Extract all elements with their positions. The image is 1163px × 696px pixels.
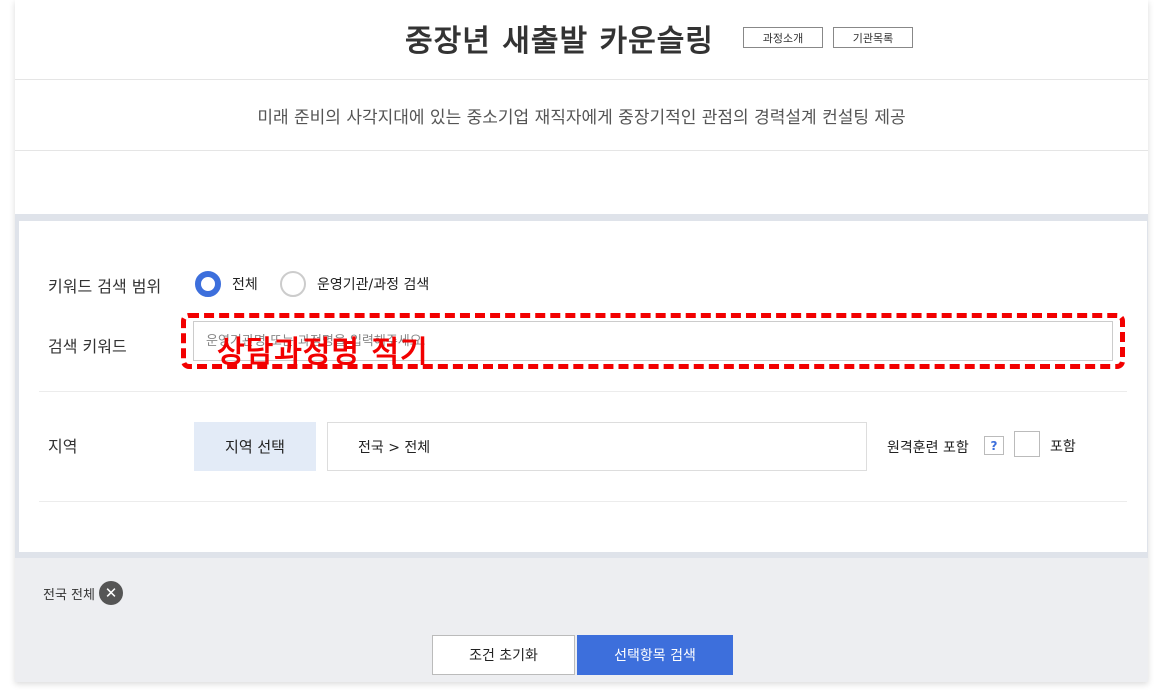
institution-list-button[interactable]: 기관목록 (833, 27, 913, 48)
search-panel: 키워드 검색 범위 전체 운영기관/과정 검색 검색 키워드 상담과정명 적기 … (19, 221, 1147, 552)
help-icon[interactable]: ? (984, 436, 1004, 455)
divider (39, 501, 1127, 502)
scope-radio-all-label: 전체 (232, 277, 258, 293)
close-circle-icon[interactable]: ✕ (98, 581, 123, 605)
selected-filters-area: 전국 전체 ✕ 조건 초기화 선택항목 검색 (15, 558, 1148, 682)
filter-tag: 전국 전체 ✕ (43, 581, 123, 605)
filter-tag-label: 전국 전체 (43, 587, 95, 603)
divider (39, 391, 1127, 392)
reset-conditions-button[interactable]: 조건 초기화 (432, 635, 575, 675)
scope-radio-institution-course[interactable]: 운영기관/과정 검색 (280, 271, 429, 297)
keyword-label: 검색 키워드 (48, 337, 127, 356)
radio-selected-icon[interactable] (195, 271, 221, 297)
scope-radio-institution-course-label: 운영기관/과정 검색 (317, 277, 430, 293)
search-selected-button[interactable]: 선택항목 검색 (577, 635, 733, 675)
course-intro-button[interactable]: 과정소개 (743, 27, 823, 48)
region-label: 지역 (48, 437, 78, 456)
course-description: 미래 준비의 사각지대에 있는 중소기업 재직자에게 중장기적인 관점의 경력설… (15, 80, 1148, 151)
page-header: 중장년 새출발 카운슬링 과정소개 기관목록 (15, 0, 1148, 80)
radio-unselected-icon[interactable] (280, 271, 306, 297)
page-title: 중장년 새출발 카운슬링 (405, 24, 714, 59)
region-select-button[interactable]: 지역 선택 (194, 422, 316, 471)
keyword-scope-label: 키워드 검색 범위 (48, 277, 162, 296)
scope-radio-all[interactable]: 전체 (195, 271, 258, 297)
keyword-search-input[interactable] (193, 321, 1113, 361)
page-container: 중장년 새출발 카운슬링 과정소개 기관목록 미래 준비의 사각지대에 있는 중… (15, 0, 1148, 682)
include-checkbox[interactable] (1014, 431, 1040, 457)
region-value-display: 전국 > 전체 (327, 422, 867, 471)
include-checkbox-label: 포함 (1050, 439, 1076, 455)
remote-training-label: 원격훈련 포함 (887, 440, 969, 456)
search-panel-frame: 키워드 검색 범위 전체 운영기관/과정 검색 검색 키워드 상담과정명 적기 … (15, 214, 1148, 558)
